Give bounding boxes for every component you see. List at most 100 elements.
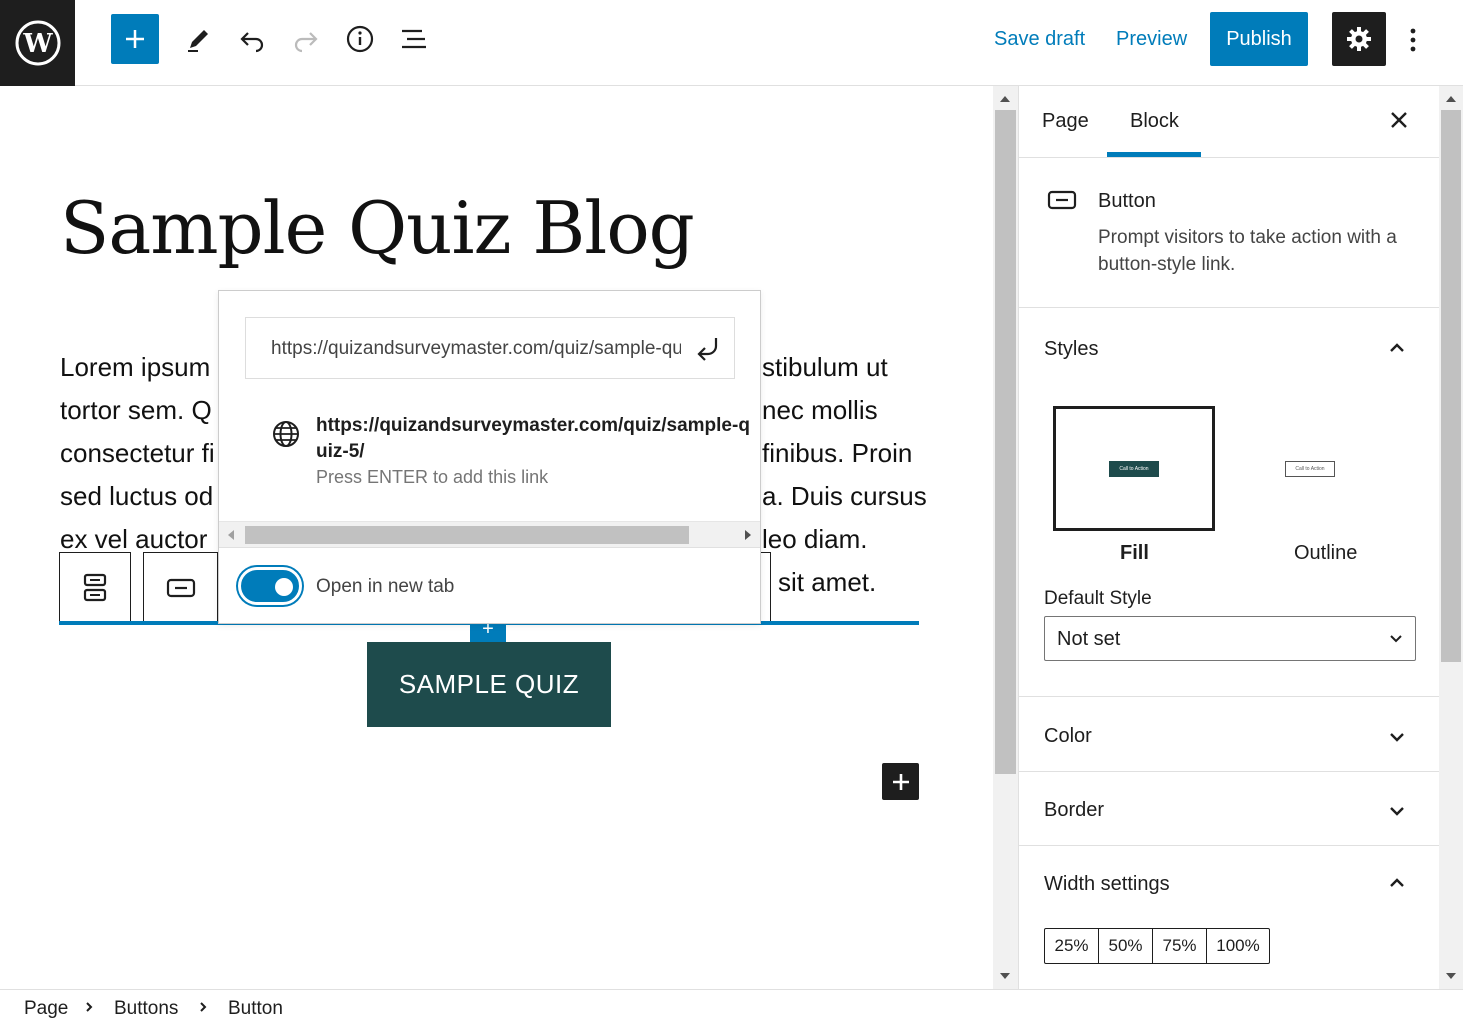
width-button-group: 25% 50% 75% 100% bbox=[1044, 928, 1270, 964]
chevron-up-icon[interactable] bbox=[1387, 338, 1407, 358]
breadcrumb-button: Button bbox=[228, 998, 283, 1019]
width-100-button[interactable]: 100% bbox=[1207, 929, 1269, 963]
preview-button[interactable]: Preview bbox=[1116, 28, 1187, 51]
scrollbar-thumb[interactable] bbox=[995, 110, 1016, 774]
svg-text:W: W bbox=[22, 29, 53, 59]
toggle-knob bbox=[275, 578, 293, 596]
fill-preview: Call to Action bbox=[1109, 460, 1159, 477]
chevron-right-icon bbox=[86, 1002, 93, 1012]
toggle-label: Open in new tab bbox=[316, 576, 455, 597]
styles-panel-title[interactable]: Styles bbox=[1044, 338, 1098, 361]
default-style-select[interactable]: Not set bbox=[1044, 616, 1416, 661]
undo-icon[interactable] bbox=[228, 14, 276, 64]
save-draft-button[interactable]: Save draft bbox=[994, 28, 1085, 51]
url-input[interactable]: https://quizandsurveymaster.com/quiz/sam… bbox=[245, 317, 735, 379]
paragraph-line[interactable]: sed luctus od bbox=[60, 481, 213, 512]
link-popover: https://quizandsurveymaster.com/quiz/sam… bbox=[218, 290, 761, 624]
scrollbar-thumb[interactable] bbox=[245, 526, 689, 544]
editor-scrollbar[interactable] bbox=[993, 86, 1018, 989]
block-type-button[interactable] bbox=[143, 552, 218, 624]
editor-header: W Save draft Preview Publish bbox=[0, 0, 1463, 86]
scroll-up-icon[interactable] bbox=[1446, 96, 1456, 102]
paragraph-line[interactable]: leo diam. bbox=[762, 524, 868, 555]
sample-quiz-button[interactable]: SAMPLE QUIZ bbox=[367, 642, 611, 727]
paragraph-line[interactable]: Lorem ipsum bbox=[60, 352, 210, 383]
add-block-icon[interactable] bbox=[882, 763, 919, 800]
width-75-button[interactable]: 75% bbox=[1153, 929, 1207, 963]
button-block-icon bbox=[166, 578, 195, 598]
breadcrumb-page[interactable]: Page bbox=[24, 998, 68, 1020]
chevron-right-icon bbox=[200, 1002, 207, 1012]
paragraph-line[interactable]: nec mollis bbox=[762, 395, 878, 426]
info-icon[interactable] bbox=[336, 14, 384, 64]
scroll-right-icon[interactable] bbox=[745, 530, 751, 540]
gear-icon[interactable] bbox=[1332, 12, 1386, 66]
active-tab-indicator bbox=[1107, 152, 1201, 157]
outline-preview: Call to Action bbox=[1285, 460, 1335, 477]
horizontal-scrollbar[interactable] bbox=[219, 521, 760, 547]
width-25-button[interactable]: 25% bbox=[1045, 929, 1099, 963]
button-block-icon bbox=[1047, 190, 1077, 215]
tab-block[interactable]: Block bbox=[1130, 110, 1179, 133]
style-outline-option[interactable]: Call to Action bbox=[1229, 406, 1391, 531]
width-50-button[interactable]: 50% bbox=[1099, 929, 1153, 963]
scroll-up-icon[interactable] bbox=[1000, 96, 1010, 102]
suggestion-url: https://quizandsurveymaster.com/quiz/sam… bbox=[316, 415, 750, 462]
color-panel-title[interactable]: Color bbox=[1044, 725, 1092, 748]
redo-icon[interactable] bbox=[282, 14, 330, 64]
list-view-icon[interactable] bbox=[390, 14, 438, 64]
sidebar-scrollbar[interactable] bbox=[1439, 86, 1463, 989]
sidebar-tabs: Page Block bbox=[1019, 86, 1439, 158]
paragraph-line[interactable]: finibus. Proin bbox=[762, 438, 912, 469]
publish-button[interactable]: Publish bbox=[1210, 12, 1308, 66]
style-fill-label: Fill bbox=[1120, 542, 1149, 564]
style-fill-option[interactable]: Call to Action bbox=[1053, 406, 1215, 531]
buttons-block-icon bbox=[83, 573, 107, 602]
paragraph-line[interactable]: a. Duis cursus bbox=[762, 481, 927, 512]
style-outline-label: Outline bbox=[1294, 542, 1358, 564]
default-style-value: Not set bbox=[1057, 628, 1121, 650]
suggestion-hint: Press ENTER to add this link bbox=[316, 467, 549, 487]
border-panel[interactable]: Border bbox=[1019, 772, 1439, 846]
scroll-down-icon[interactable] bbox=[1000, 973, 1010, 979]
paragraph-line[interactable]: tortor sem. Q bbox=[60, 395, 212, 426]
breadcrumb: Page Buttons Button bbox=[0, 989, 1463, 1020]
close-icon[interactable] bbox=[1385, 106, 1413, 134]
post-title[interactable]: Sample Quiz Blog bbox=[60, 186, 695, 270]
scrollbar-thumb[interactable] bbox=[1441, 110, 1461, 662]
chevron-up-icon[interactable] bbox=[1387, 873, 1407, 893]
enter-icon[interactable] bbox=[694, 334, 722, 367]
width-settings-panel: Width settings bbox=[1019, 846, 1439, 989]
scroll-left-icon[interactable] bbox=[228, 530, 234, 540]
url-input-value[interactable]: https://quizandsurveymaster.com/quiz/sam… bbox=[271, 338, 681, 360]
color-panel[interactable]: Color bbox=[1019, 697, 1439, 772]
open-in-new-tab-row: Open in new tab bbox=[219, 547, 760, 623]
chevron-down-icon[interactable] bbox=[1387, 801, 1407, 821]
block-title: Button bbox=[1098, 190, 1156, 212]
breadcrumb-buttons[interactable]: Buttons bbox=[114, 998, 178, 1020]
tab-page[interactable]: Page bbox=[1042, 110, 1089, 133]
block-card: Button Prompt visitors to take action wi… bbox=[1019, 158, 1439, 308]
paragraph-line[interactable]: stibulum ut bbox=[762, 352, 888, 383]
more-vertical-icon[interactable] bbox=[1398, 20, 1428, 60]
chevron-down-icon bbox=[1390, 635, 1402, 643]
editor-canvas[interactable]: Sample Quiz Blog Lorem ipsum tortor sem.… bbox=[0, 86, 993, 989]
paragraph-line[interactable]: consectetur fi bbox=[60, 438, 215, 469]
default-style-label: Default Style bbox=[1044, 588, 1152, 609]
width-panel-title[interactable]: Width settings bbox=[1044, 873, 1170, 896]
paragraph-line[interactable]: ex vel auctor bbox=[60, 524, 207, 555]
plus-icon[interactable] bbox=[111, 14, 159, 64]
globe-icon bbox=[271, 419, 301, 454]
parent-block-selector[interactable] bbox=[59, 552, 131, 624]
block-description: Prompt visitors to take action with a bu… bbox=[1098, 227, 1397, 275]
settings-sidebar: Page Block Button Prompt visitors to tak… bbox=[1018, 86, 1439, 989]
block-toolbar-edge bbox=[760, 552, 771, 624]
open-in-new-tab-toggle[interactable] bbox=[238, 567, 302, 605]
paragraph-line[interactable]: sit amet. bbox=[778, 567, 876, 598]
chevron-down-icon[interactable] bbox=[1387, 727, 1407, 747]
pencil-icon[interactable] bbox=[174, 14, 222, 64]
link-suggestion[interactable]: https://quizandsurveymaster.com/quiz/sam… bbox=[219, 401, 760, 521]
wordpress-icon[interactable]: W bbox=[0, 0, 75, 86]
scroll-down-icon[interactable] bbox=[1446, 973, 1456, 979]
border-panel-title[interactable]: Border bbox=[1044, 799, 1104, 822]
